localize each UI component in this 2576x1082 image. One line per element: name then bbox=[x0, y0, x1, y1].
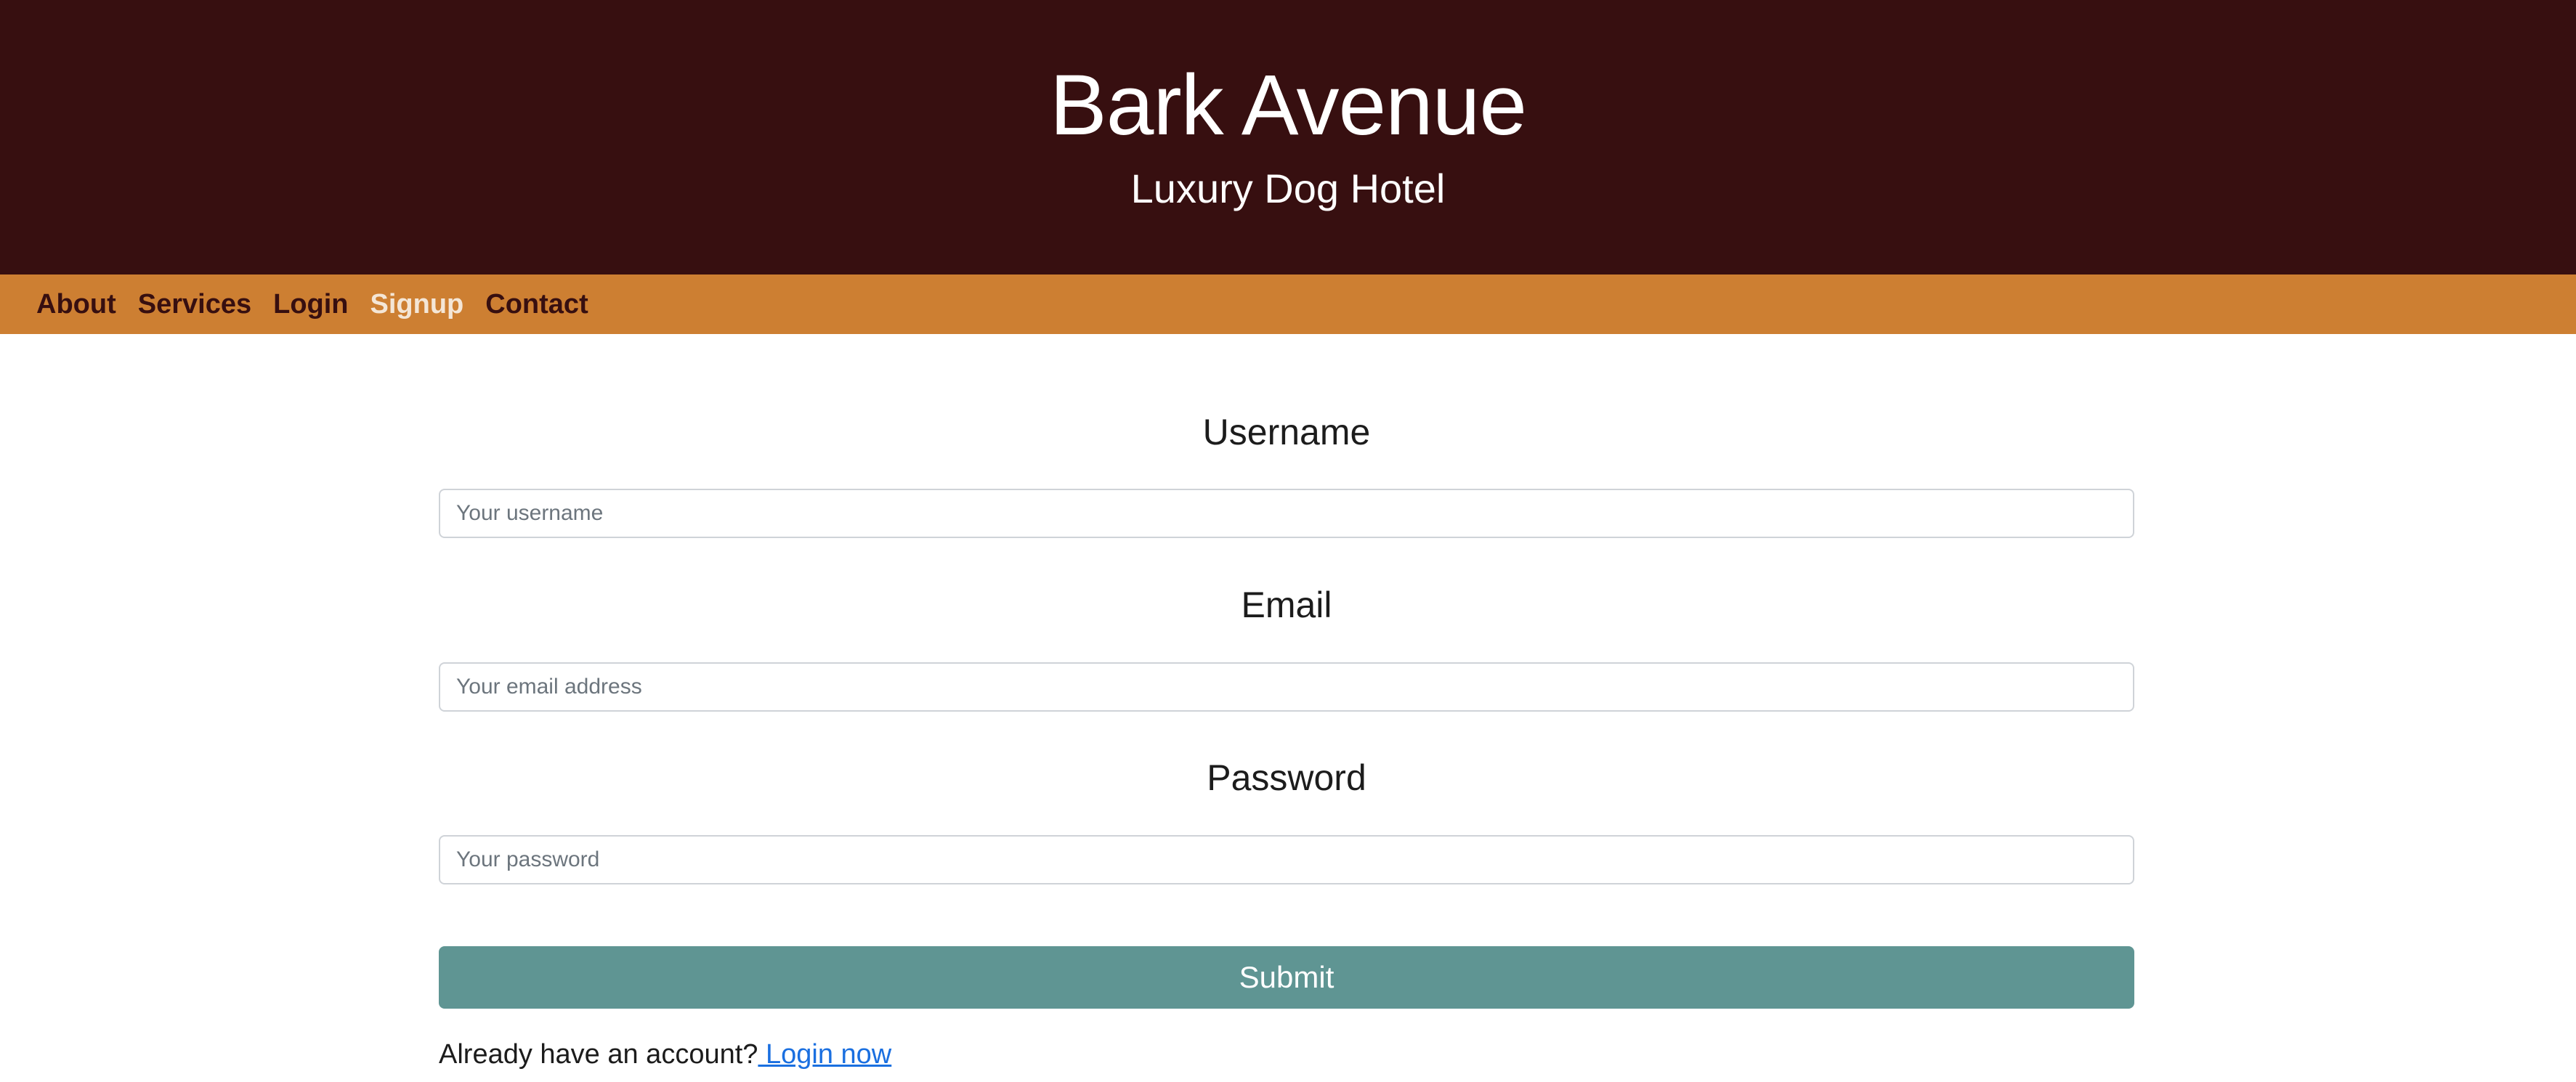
email-input[interactable] bbox=[439, 662, 2134, 712]
login-now-link[interactable]: Login now bbox=[758, 1039, 891, 1070]
login-prompt-text: Already have an account? bbox=[439, 1039, 758, 1070]
site-subtitle: Luxury Dog Hotel bbox=[1130, 166, 1446, 211]
email-label: Email bbox=[1241, 585, 1332, 625]
nav-item-contact[interactable]: Contact bbox=[485, 274, 588, 334]
nav-item-signup[interactable]: Signup bbox=[370, 274, 464, 334]
nav-item-services[interactable]: Services bbox=[138, 274, 251, 334]
password-input[interactable] bbox=[439, 835, 2134, 884]
submit-button[interactable]: Submit bbox=[439, 946, 2134, 1009]
username-label: Username bbox=[1202, 412, 1371, 452]
password-label: Password bbox=[1207, 757, 1366, 798]
nav-item-about[interactable]: About bbox=[36, 274, 116, 334]
site-title: Bark Avenue bbox=[1050, 57, 1527, 153]
login-prompt: Already have an account? Login now bbox=[439, 1036, 891, 1073]
nav-item-login[interactable]: Login bbox=[273, 274, 348, 334]
username-input[interactable] bbox=[439, 489, 2134, 538]
main-nav: About Services Login Signup Contact bbox=[0, 274, 2576, 334]
site-header: Bark Avenue Luxury Dog Hotel bbox=[0, 0, 2576, 274]
